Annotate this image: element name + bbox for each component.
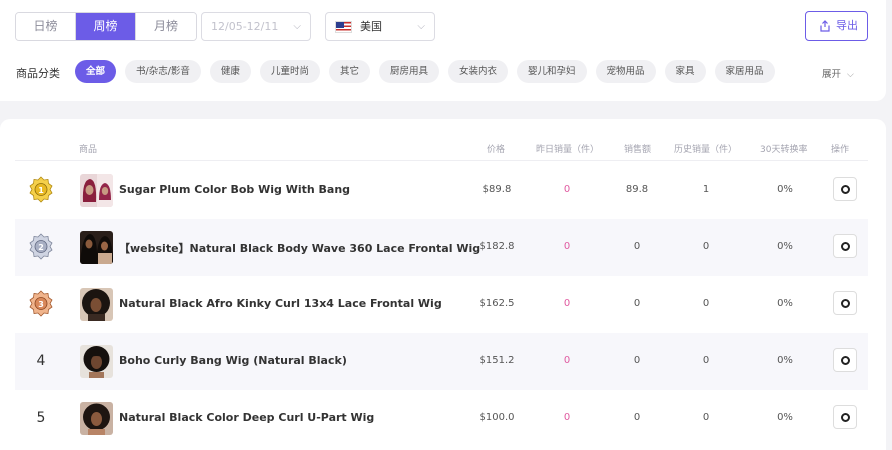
ranking-table: 商品 价格 昨日销量（件） 销售额 历史销量（件） 30天转换率 操作 1 Su… xyxy=(0,119,886,450)
action-button[interactable] xyxy=(833,405,857,429)
export-button[interactable]: 导出 xyxy=(805,11,868,41)
header-conversion: 30天转换率 xyxy=(760,145,808,155)
country-label: 美国 xyxy=(360,20,382,33)
history-sales-cell: 0 xyxy=(702,241,710,252)
sales-amount-cell: 0 xyxy=(633,355,641,366)
yesterday-sales-cell: 0 xyxy=(563,298,571,309)
header-yesterday-sales: 昨日销量（件） xyxy=(536,145,600,155)
table-header: 商品 价格 昨日销量（件） 销售额 历史销量（件） 30天转换率 操作 xyxy=(15,137,868,161)
date-range-select[interactable]: 12/05-12/11 ⌵ xyxy=(201,12,311,41)
table-row: 5 Natural Black Color Deep Curl U-Part W… xyxy=(15,390,868,447)
yesterday-sales-cell: 0 xyxy=(563,184,571,195)
expand-categories-button[interactable]: 展开 ⌵ xyxy=(822,66,854,80)
filter-panel: 日榜 周榜 月榜 12/05-12/11 ⌵ 美国 ⌵ 导出 商品分类 全部 书… xyxy=(0,0,886,101)
tab-daily[interactable]: 日榜 xyxy=(16,13,76,40)
product-name[interactable]: Natural Black Afro Kinky Curl 13x4 Lace … xyxy=(119,297,442,310)
header-sales-amount: 销售额 xyxy=(624,145,652,155)
tab-weekly[interactable]: 周榜 xyxy=(76,13,136,40)
svg-text:1: 1 xyxy=(38,186,44,195)
yesterday-sales-cell: 0 xyxy=(563,241,571,252)
us-flag-icon xyxy=(335,21,352,33)
category-chips: 全部 书/杂志/影音 健康 儿童时尚 其它 厨房用具 女装内衣 婴儿和孕妇 宠物… xyxy=(75,60,775,83)
period-tabs: 日榜 周榜 月榜 xyxy=(15,12,197,41)
conversion-cell: 0% xyxy=(777,184,793,195)
circle-icon xyxy=(841,299,850,308)
product-name[interactable]: 【website】Natural Black Body Wave 360 Lac… xyxy=(119,240,480,256)
product-thumbnail[interactable] xyxy=(80,288,113,321)
price-cell: $162.5 xyxy=(479,298,515,309)
action-button[interactable] xyxy=(833,234,857,258)
chevron-down-icon: ⌵ xyxy=(847,70,854,80)
table-row: 1 Sugar Plum Color Bob Wig With Bang $89… xyxy=(15,162,868,219)
price-cell: $89.8 xyxy=(482,184,512,195)
sales-amount-cell: 0 xyxy=(633,298,641,309)
sales-amount-cell: 0 xyxy=(633,241,641,252)
bronze-medal-icon: 3 xyxy=(29,290,53,318)
svg-text:2: 2 xyxy=(38,243,44,252)
export-icon xyxy=(820,20,830,32)
product-name[interactable]: Natural Black Color Deep Curl U-Part Wig xyxy=(119,411,374,424)
sales-amount-cell: 89.8 xyxy=(625,184,649,195)
header-product: 商品 xyxy=(79,145,98,155)
yesterday-sales-cell: 0 xyxy=(563,412,571,423)
conversion-cell: 0% xyxy=(777,298,793,309)
circle-icon xyxy=(841,242,850,251)
category-chip-kitchen[interactable]: 厨房用具 xyxy=(378,60,439,83)
rank-number: 5 xyxy=(36,410,46,426)
country-select[interactable]: 美国 ⌵ xyxy=(325,12,435,41)
product-thumbnail[interactable] xyxy=(80,231,113,264)
silver-medal-icon: 2 xyxy=(29,233,53,261)
table-row: 3 Natural Black Afro Kinky Curl 13x4 Lac… xyxy=(15,276,868,333)
product-thumbnail[interactable] xyxy=(80,345,113,378)
header-action: 操作 xyxy=(831,145,850,155)
category-chip-all[interactable]: 全部 xyxy=(75,60,117,83)
category-chip-womens-underwear[interactable]: 女装内衣 xyxy=(447,60,508,83)
history-sales-cell: 0 xyxy=(702,355,710,366)
yesterday-sales-cell: 0 xyxy=(563,355,571,366)
product-name[interactable]: Sugar Plum Color Bob Wig With Bang xyxy=(119,183,350,196)
category-chip-health[interactable]: 健康 xyxy=(209,60,251,83)
table-row: 2 【website】Natural Black Body Wave 360 L… xyxy=(15,219,868,276)
history-sales-cell: 0 xyxy=(702,298,710,309)
header-price: 价格 xyxy=(487,145,506,155)
category-chip-home[interactable]: 家居用品 xyxy=(714,60,775,83)
price-cell: $100.0 xyxy=(479,412,515,423)
product-thumbnail[interactable] xyxy=(80,402,113,435)
table-row: 4 Boho Curly Bang Wig (Natural Black) $1… xyxy=(15,333,868,390)
conversion-cell: 0% xyxy=(777,241,793,252)
history-sales-cell: 0 xyxy=(702,412,710,423)
action-button[interactable] xyxy=(833,291,857,315)
product-thumbnail[interactable] xyxy=(80,174,113,207)
circle-icon xyxy=(841,356,850,365)
conversion-cell: 0% xyxy=(777,412,793,423)
header-history-sales: 历史销量（件） xyxy=(674,145,738,155)
category-chip-pet[interactable]: 宠物用品 xyxy=(595,60,656,83)
circle-icon xyxy=(841,185,850,194)
action-button[interactable] xyxy=(833,348,857,372)
chevron-down-icon: ⌵ xyxy=(417,21,425,32)
history-sales-cell: 1 xyxy=(702,184,710,195)
circle-icon xyxy=(841,413,850,422)
tab-monthly[interactable]: 月榜 xyxy=(136,13,196,40)
conversion-cell: 0% xyxy=(777,355,793,366)
rank-number: 4 xyxy=(36,353,46,369)
svg-text:3: 3 xyxy=(38,300,44,309)
category-chip-other[interactable]: 其它 xyxy=(328,60,370,83)
category-chip-baby-maternity[interactable]: 婴儿和孕妇 xyxy=(517,60,587,83)
price-cell: $182.8 xyxy=(479,241,515,252)
category-chip-kids-fashion[interactable]: 儿童时尚 xyxy=(259,60,320,83)
category-chip-books[interactable]: 书/杂志/影音 xyxy=(125,60,201,83)
category-label: 商品分类 xyxy=(16,67,60,80)
sales-amount-cell: 0 xyxy=(633,412,641,423)
action-button[interactable] xyxy=(833,177,857,201)
category-chip-furniture[interactable]: 家具 xyxy=(664,60,706,83)
chevron-down-icon: ⌵ xyxy=(293,21,301,32)
date-range-value: 12/05-12/11 xyxy=(211,20,279,33)
product-name[interactable]: Boho Curly Bang Wig (Natural Black) xyxy=(119,354,347,367)
export-label: 导出 xyxy=(836,19,858,32)
expand-label: 展开 xyxy=(822,69,842,80)
gold-medal-icon: 1 xyxy=(29,176,53,204)
price-cell: $151.2 xyxy=(479,355,515,366)
